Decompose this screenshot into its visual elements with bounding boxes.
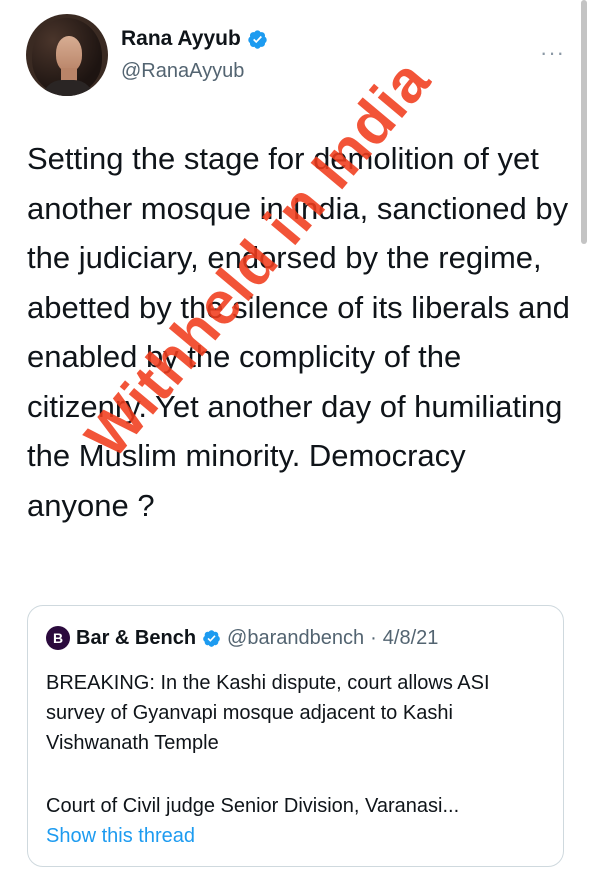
more-options-icon[interactable]: ··· (540, 40, 565, 66)
author-name-row[interactable]: Rana Ayyub (121, 27, 268, 51)
quoted-separator: · (370, 626, 377, 649)
author-name[interactable]: Rana Ayyub (121, 27, 241, 51)
quoted-tweet-card[interactable]: B Bar & Bench @barandbench · 4/8/21 BREA… (27, 605, 564, 867)
scrollbar[interactable] (581, 0, 587, 244)
quoted-author-name: Bar & Bench (76, 626, 197, 649)
author-avatar[interactable] (26, 14, 108, 96)
quoted-tweet-text-continued: Court of Civil judge Senior Division, Va… (46, 795, 460, 817)
author-handle[interactable]: @RanaAyyub (121, 60, 244, 83)
quoted-tweet-header: B Bar & Bench @barandbench · 4/8/21 (46, 626, 438, 650)
show-thread-link[interactable]: Show this thread (46, 825, 195, 848)
quoted-author-logo: B (46, 626, 70, 650)
avatar-face (56, 36, 82, 72)
quoted-author-handle: @barandbench (227, 626, 365, 649)
verified-badge-icon (248, 29, 267, 49)
quoted-tweet-text: BREAKING: In the Kashi dispute, court al… (46, 672, 490, 754)
quoted-date: 4/8/21 (382, 626, 439, 649)
quoted-verified-badge-icon (203, 629, 220, 647)
